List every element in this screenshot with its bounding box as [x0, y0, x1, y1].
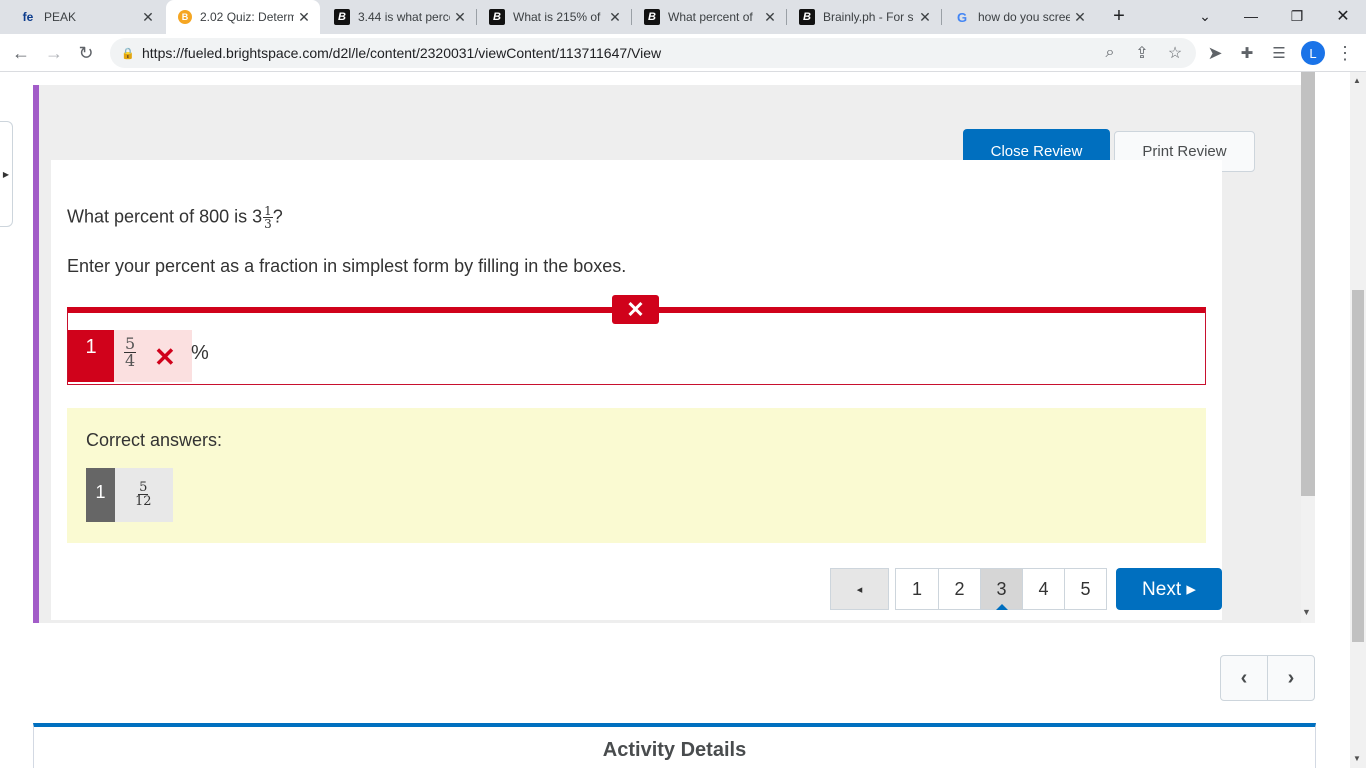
new-tab-icon[interactable]: +	[1096, 0, 1142, 32]
tab-close-icon[interactable]: ✕	[760, 9, 780, 26]
tab-peak[interactable]: fe PEAK ✕	[8, 0, 164, 34]
question-prefix: What percent of 800 is 3	[67, 206, 263, 227]
tab-title: 2.02 Quiz: Determ	[200, 10, 294, 24]
tab-title: 3.44 is what perce	[358, 10, 450, 24]
tab-title: What is 215% of	[513, 10, 601, 24]
correct-fraction: 5 12	[135, 481, 152, 508]
brainly-favicon-icon: B	[644, 9, 660, 25]
restore-icon[interactable]: ❐	[1274, 0, 1320, 32]
google-favicon-icon: G	[956, 9, 968, 25]
brainly-favicon-icon: B	[334, 9, 350, 25]
correct-answers-label: Correct answers:	[86, 430, 223, 450]
address-bar: ← → ↻ 🔒 https://fueled.brightspace.com/d…	[0, 34, 1366, 72]
close-window-icon[interactable]: ✕	[1320, 0, 1366, 32]
correct-numerator: 5	[138, 480, 149, 495]
frame-scroll-down-icon[interactable]: ▼	[1302, 607, 1311, 617]
tab-brainly-3[interactable]: B What percent of ✕	[632, 0, 786, 34]
tab-google[interactable]: G how do you scree ✕	[942, 0, 1096, 34]
question-text: What percent of 800 is 3 1 3?	[67, 205, 283, 230]
page-scrollbar-thumb[interactable]	[1352, 290, 1364, 642]
previous-topic-icon[interactable]: ‹	[1220, 655, 1268, 701]
page-2-button[interactable]: 2	[938, 568, 981, 610]
incorrect-x-icon: ✕	[612, 295, 659, 324]
question-pager: ◂ 1 2 3 4 5	[830, 568, 1107, 610]
activity-details-panel: Activity Details	[33, 723, 1316, 768]
tab-brainly-2[interactable]: B What is 215% of ✕	[477, 0, 631, 34]
percent-unit: %	[191, 342, 209, 364]
next-button[interactable]: Next ▸	[1116, 568, 1222, 610]
tab-close-icon[interactable]: ✕	[450, 9, 470, 26]
lock-icon[interactable]: 🔒	[118, 43, 138, 63]
share-icon[interactable]: ⇪	[1132, 43, 1152, 63]
extension-arrow-icon[interactable]: ➤	[1203, 41, 1227, 65]
tab-title: Brainly.ph - For s	[823, 10, 914, 24]
peak-favicon-icon: fe	[22, 10, 34, 24]
page-3-button[interactable]: 3	[980, 568, 1023, 610]
correct-answers-box: Correct answers: 1 5 12	[67, 408, 1206, 543]
minimize-icon[interactable]: —	[1228, 0, 1274, 32]
tab-title: What percent of	[668, 10, 753, 24]
question-suffix: ?	[272, 206, 283, 227]
brainly-favicon-icon: B	[489, 9, 505, 25]
response-denominator: 4	[125, 351, 136, 370]
response-fraction-box[interactable]: 5 4 ✕	[114, 330, 192, 382]
previous-page-button[interactable]: ◂	[830, 568, 889, 610]
tab-brainly-1[interactable]: B 3.44 is what perce ✕	[322, 0, 476, 34]
menu-kebab-icon[interactable]: ⋮	[1333, 41, 1357, 65]
response-fraction: 5 4	[124, 336, 137, 370]
page-4-button[interactable]: 4	[1022, 568, 1065, 610]
correct-denominator: 12	[135, 494, 152, 509]
tab-close-icon[interactable]: ✕	[138, 9, 158, 26]
page-1-button[interactable]: 1	[895, 568, 939, 610]
reload-icon[interactable]: ↻	[74, 41, 98, 65]
tab-title: PEAK	[44, 10, 77, 24]
fraction-denominator: 3	[264, 217, 272, 231]
brainly-favicon-icon: B	[799, 9, 815, 25]
browser-chrome: fe PEAK ✕ B 2.02 Quiz: Determ ✕ B 3.44 i…	[0, 0, 1366, 72]
frame-scrollbar-thumb[interactable]	[1301, 72, 1315, 496]
correct-fraction-box: 5 12	[115, 468, 173, 522]
extensions-puzzle-icon[interactable]: ✚	[1235, 41, 1259, 65]
page-scroll-up-icon[interactable]: ▲	[1353, 76, 1361, 85]
zoom-icon[interactable]: ⌕	[1100, 43, 1120, 63]
tab-close-icon[interactable]: ✕	[1070, 9, 1090, 26]
response-whole-number[interactable]: 1	[68, 330, 114, 382]
tab-close-icon[interactable]: ✕	[605, 9, 625, 26]
page-5-button[interactable]: 5	[1064, 568, 1107, 610]
tab-brainly-ph[interactable]: B Brainly.ph - For s ✕	[787, 0, 941, 34]
reading-list-icon[interactable]: ☰	[1267, 41, 1291, 65]
bookmark-star-icon[interactable]: ☆	[1165, 43, 1185, 63]
tab-search-chevron-icon[interactable]: ⌄	[1182, 0, 1228, 32]
profile-avatar[interactable]: L	[1301, 41, 1325, 65]
next-topic-icon[interactable]: ›	[1267, 655, 1315, 701]
wrong-answer-icon: ✕	[154, 342, 176, 372]
sidebar-expand-icon[interactable]: ▶	[0, 121, 13, 227]
url-text[interactable]: https://fueled.brightspace.com/d2l/le/co…	[142, 45, 661, 61]
page-viewport: ▶ ▼ Close Review Print Review What perce…	[0, 72, 1366, 768]
correct-whole-number: 1	[86, 468, 115, 522]
activity-details-title: Activity Details	[602, 739, 747, 761]
mixed-fraction: 13	[263, 205, 273, 230]
back-icon[interactable]: ←	[9, 41, 33, 65]
tab-strip: fe PEAK ✕ B 2.02 Quiz: Determ ✕ B 3.44 i…	[0, 0, 1366, 34]
forward-icon[interactable]: →	[42, 41, 66, 65]
omnibox[interactable]: 🔒 https://fueled.brightspace.com/d2l/le/…	[110, 38, 1196, 68]
tab-quiz[interactable]: B 2.02 Quiz: Determ ✕	[166, 0, 320, 34]
tab-close-icon[interactable]: ✕	[294, 9, 314, 26]
page-scroll-down-icon[interactable]: ▼	[1353, 754, 1361, 763]
tab-title: how do you scree	[978, 10, 1070, 24]
instruction-text: Enter your percent as a fraction in simp…	[67, 256, 627, 276]
brightspace-favicon-icon: B	[178, 10, 192, 24]
tab-close-icon[interactable]: ✕	[915, 9, 935, 26]
